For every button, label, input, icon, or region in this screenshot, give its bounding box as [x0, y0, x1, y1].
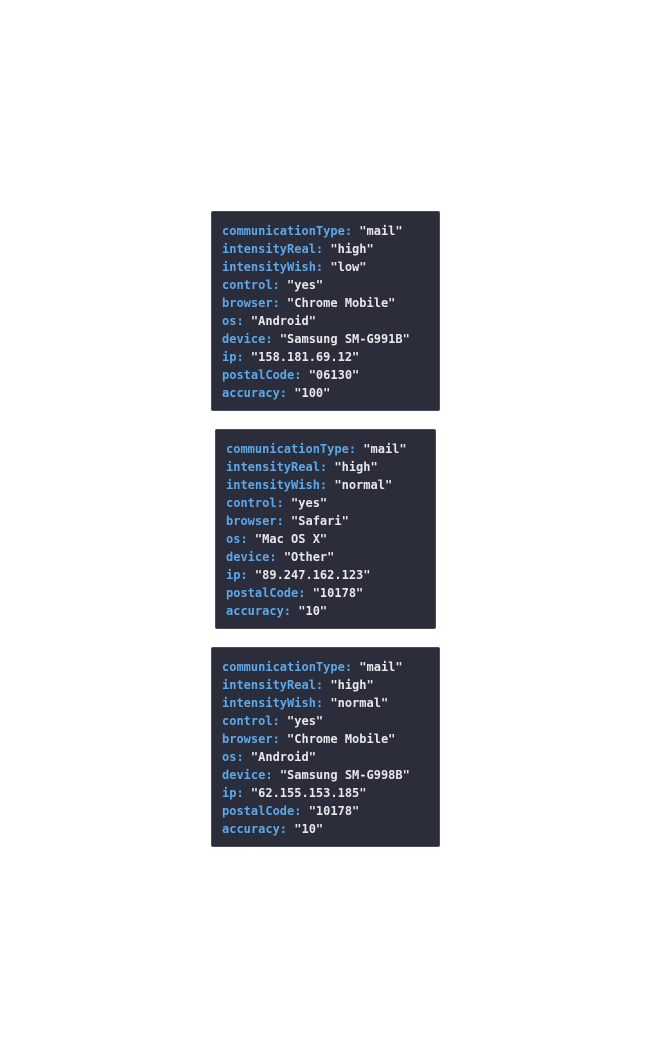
field-value: "89.247.162.123": [254, 568, 371, 582]
field-row-accuracy: accuracy: "10": [222, 822, 324, 836]
field-key: device: [226, 550, 270, 564]
field-key: browser: [222, 732, 273, 746]
field-value: "10": [294, 822, 324, 836]
field-row-intensity-real: intensityReal: "high": [222, 242, 374, 256]
field-key: control: [222, 714, 273, 728]
field-row-intensity-wish: intensityWish: "normal": [226, 478, 393, 492]
field-row-control: control: "yes": [222, 714, 324, 728]
field-key: browser: [222, 296, 273, 310]
field-row-os: os: "Mac OS X": [226, 532, 328, 546]
field-key: communicationType: [222, 224, 345, 238]
field-key: intensityWish: [226, 478, 320, 492]
field-value: "yes": [287, 714, 324, 728]
field-key: communicationType: [226, 442, 349, 456]
field-key: control: [226, 496, 277, 510]
field-value: "Chrome Mobile": [287, 732, 396, 746]
field-key: os: [222, 750, 237, 764]
field-value: "mail": [363, 442, 407, 456]
field-row-communication-type: communicationType: "mail": [222, 660, 403, 674]
field-value: "high": [334, 460, 378, 474]
field-row-device: device: "Other": [226, 550, 335, 564]
field-row-accuracy: accuracy: "10": [226, 604, 328, 618]
field-key: communicationType: [222, 660, 345, 674]
field-key: accuracy: [222, 386, 280, 400]
field-row-postal-code: postalCode: "10178": [222, 804, 360, 818]
field-key: device: [222, 768, 266, 782]
field-key: ip: [222, 786, 237, 800]
field-value: "158.181.69.12": [250, 350, 360, 364]
field-row-os: os: "Android": [222, 314, 316, 328]
field-key: postalCode: [222, 368, 295, 382]
field-row-browser: browser: "Chrome Mobile": [222, 732, 396, 746]
field-key: intensityReal: [222, 678, 316, 692]
field-value: "Samsung SM-G998B": [279, 768, 410, 782]
field-key: postalCode: [226, 586, 299, 600]
field-value: "Samsung SM-G991B": [279, 332, 410, 346]
field-value: "10": [298, 604, 328, 618]
field-key: ip: [222, 350, 237, 364]
field-key: os: [222, 314, 237, 328]
record-card: communicationType: "mail" intensityReal:…: [215, 429, 436, 629]
field-row-accuracy: accuracy: "100": [222, 386, 331, 400]
field-value: "yes": [291, 496, 328, 510]
field-value: "Mac OS X": [254, 532, 328, 546]
field-key: control: [222, 278, 273, 292]
field-key: accuracy: [226, 604, 284, 618]
field-key: intensityWish: [222, 260, 316, 274]
field-row-ip: ip: "158.181.69.12": [222, 350, 360, 364]
field-row-ip: ip: "89.247.162.123": [226, 568, 371, 582]
field-row-ip: ip: "62.155.153.185": [222, 786, 367, 800]
field-key: intensityReal: [226, 460, 320, 474]
field-key: ip: [226, 568, 241, 582]
field-value: "high": [330, 242, 374, 256]
field-key: postalCode: [222, 804, 295, 818]
field-value: "yes": [287, 278, 324, 292]
field-row-intensity-real: intensityReal: "high": [226, 460, 378, 474]
field-row-browser: browser: "Chrome Mobile": [222, 296, 396, 310]
field-key: os: [226, 532, 241, 546]
field-value: "06130": [308, 368, 360, 382]
field-value: "normal": [330, 696, 389, 710]
field-row-intensity-wish: intensityWish: "normal": [222, 696, 389, 710]
record-card: communicationType: "mail" intensityReal:…: [211, 647, 440, 847]
field-value: "Android": [250, 314, 316, 328]
field-key: browser: [226, 514, 277, 528]
field-value: "62.155.153.185": [250, 786, 367, 800]
field-row-browser: browser: "Safari": [226, 514, 349, 528]
field-value: "10178": [312, 586, 364, 600]
field-row-device: device: "Samsung SM-G998B": [222, 768, 410, 782]
field-row-control: control: "yes": [226, 496, 328, 510]
field-value: "10178": [308, 804, 360, 818]
field-value: "100": [294, 386, 331, 400]
field-value: "normal": [334, 478, 393, 492]
field-row-control: control: "yes": [222, 278, 324, 292]
field-key: device: [222, 332, 266, 346]
field-key: accuracy: [222, 822, 280, 836]
field-value: "Chrome Mobile": [287, 296, 396, 310]
record-card: communicationType: "mail" intensityReal:…: [211, 211, 440, 411]
field-value: "Android": [250, 750, 316, 764]
field-key: intensityReal: [222, 242, 316, 256]
field-row-postal-code: postalCode: "06130": [222, 368, 360, 382]
field-value: "mail": [359, 660, 403, 674]
field-value: "Other": [283, 550, 335, 564]
field-value: "Safari": [291, 514, 349, 528]
field-row-postal-code: postalCode: "10178": [226, 586, 364, 600]
field-value: "low": [330, 260, 367, 274]
field-row-device: device: "Samsung SM-G991B": [222, 332, 410, 346]
field-row-communication-type: communicationType: "mail": [226, 442, 407, 456]
field-row-intensity-real: intensityReal: "high": [222, 678, 374, 692]
field-value: "high": [330, 678, 374, 692]
field-key: intensityWish: [222, 696, 316, 710]
field-value: "mail": [359, 224, 403, 238]
field-row-os: os: "Android": [222, 750, 316, 764]
field-row-communication-type: communicationType: "mail": [222, 224, 403, 238]
field-row-intensity-wish: intensityWish: "low": [222, 260, 367, 274]
